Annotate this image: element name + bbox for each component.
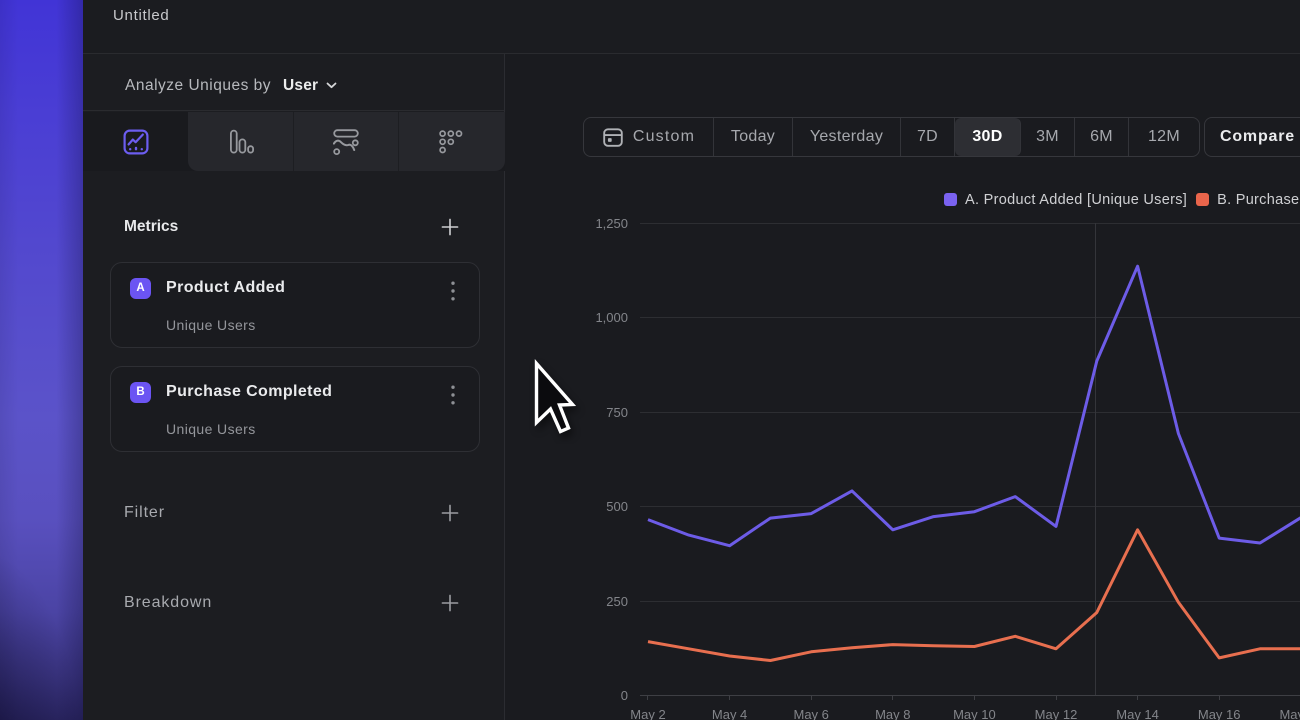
svg-text:0: 0	[621, 688, 628, 703]
svg-text:May 8: May 8	[875, 707, 910, 720]
svg-text:1,250: 1,250	[595, 216, 628, 231]
svg-text:May 2: May 2	[630, 707, 665, 720]
svg-text:May 18: May 18	[1279, 707, 1300, 720]
svg-text:May 6: May 6	[793, 707, 828, 720]
svg-text:250: 250	[606, 594, 628, 609]
svg-text:1,000: 1,000	[595, 310, 628, 325]
svg-text:May 14: May 14	[1116, 707, 1159, 720]
svg-text:750: 750	[606, 405, 628, 420]
svg-text:May 16: May 16	[1198, 707, 1241, 720]
svg-text:May 12: May 12	[1035, 707, 1078, 720]
svg-text:May 10: May 10	[953, 707, 996, 720]
svg-text:May 4: May 4	[712, 707, 747, 720]
svg-text:500: 500	[606, 499, 628, 514]
